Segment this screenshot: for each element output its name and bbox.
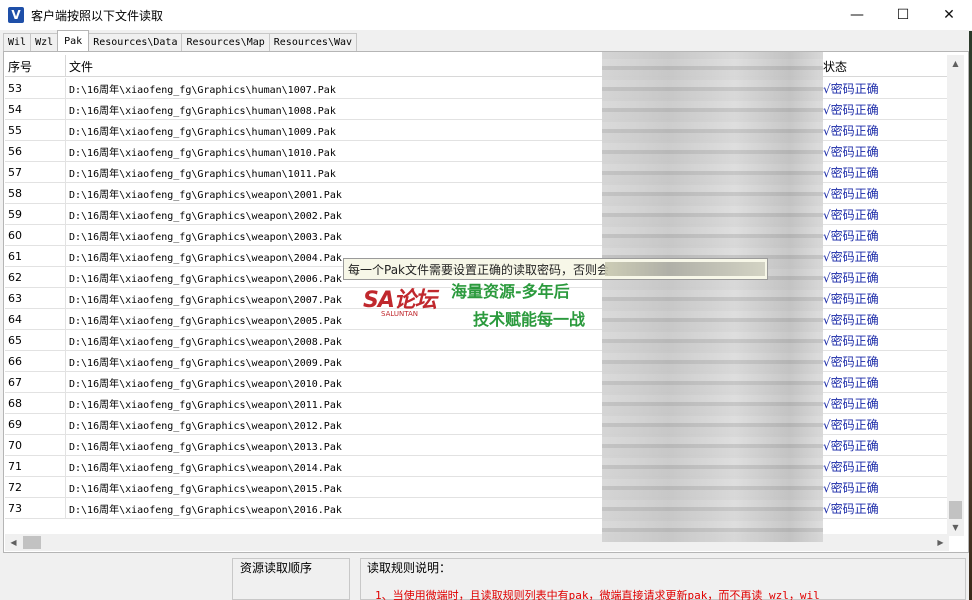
row-number: 53 <box>5 78 66 98</box>
row-number: 66 <box>5 351 66 371</box>
watermark-logo-sub: SALUNTAN <box>381 310 419 318</box>
row-status: √密码正确 <box>823 396 879 411</box>
row-status: √密码正确 <box>823 354 879 369</box>
column-header-no[interactable]: 序号 <box>5 55 66 77</box>
watermark-slogan-1: 海量资源-多年后 <box>451 282 570 301</box>
tab-wil[interactable]: Wil <box>3 33 32 51</box>
watermark-slogan-2: 技术赋能每一战 <box>473 310 586 329</box>
tooltip-blurred-region <box>605 262 765 276</box>
column-header-status[interactable]: 状态 <box>820 55 949 77</box>
row-number: 65 <box>5 330 66 350</box>
horizontal-scroll-thumb[interactable] <box>23 536 41 549</box>
tooltip-text: 每一个Pak文件需要设置正确的读取密码，否则会 <box>348 262 610 277</box>
row-status: √密码正确 <box>823 102 879 117</box>
row-number: 64 <box>5 309 66 329</box>
row-number: 56 <box>5 141 66 161</box>
window-controls: — ☐ ✕ <box>834 0 972 30</box>
row-number: 63 <box>5 288 66 308</box>
tab-resources-map[interactable]: Resources\Map <box>181 33 270 51</box>
app-icon: V <box>8 7 24 23</box>
row-number: 69 <box>5 414 66 434</box>
row-number: 62 <box>5 267 66 287</box>
row-status: √密码正确 <box>823 207 879 222</box>
row-status: √密码正确 <box>823 123 879 138</box>
row-number: 71 <box>5 456 66 476</box>
read-order-group: 资源读取顺序 <box>232 558 350 600</box>
close-button[interactable]: ✕ <box>926 0 972 30</box>
row-number: 57 <box>5 162 66 182</box>
tab-pak[interactable]: Pak <box>57 30 90 51</box>
blurred-region <box>602 52 823 542</box>
row-status: √密码正确 <box>823 249 879 264</box>
row-status: √密码正确 <box>823 417 879 432</box>
row-number: 59 <box>5 204 66 224</box>
row-number: 70 <box>5 435 66 455</box>
row-status: √密码正确 <box>823 270 879 285</box>
row-number: 54 <box>5 99 66 119</box>
row-status: √密码正确 <box>823 81 879 96</box>
tab-bar: Wil Wzl Pak Resources\Data Resources\Map… <box>3 30 358 51</box>
row-status: √密码正确 <box>823 165 879 180</box>
row-status: √密码正确 <box>823 375 879 390</box>
window-title: 客户端按照以下文件读取 <box>31 8 164 23</box>
row-status: √密码正确 <box>823 480 879 495</box>
read-order-label: 资源读取顺序 <box>239 559 314 576</box>
scroll-up-icon[interactable]: ▲ <box>947 55 964 72</box>
row-number: 67 <box>5 372 66 392</box>
row-number: 61 <box>5 246 66 266</box>
row-number: 58 <box>5 183 66 203</box>
row-status: √密码正确 <box>823 501 879 516</box>
title-bar: V 客户端按照以下文件读取 — ☐ ✕ <box>0 0 972 30</box>
row-number: 68 <box>5 393 66 413</box>
vertical-scroll-thumb[interactable] <box>949 501 962 519</box>
row-status: √密码正确 <box>823 333 879 348</box>
app-window: V 客户端按照以下文件读取 — ☐ ✕ Wil Wzl Pak Resource… <box>0 0 972 600</box>
minimize-button[interactable]: — <box>834 0 880 30</box>
read-rules-group: 读取规则说明： 1、当使用微端时，且读取规则列表中有pak，微端直接请求更新pa… <box>360 558 966 600</box>
tab-resources-data[interactable]: Resources\Data <box>88 33 183 51</box>
watermark: SA论坛 SALUNTAN 海量资源-多年后 技术赋能每一战 <box>363 278 623 338</box>
row-number: 60 <box>5 225 66 245</box>
row-status: √密码正确 <box>823 144 879 159</box>
row-number: 73 <box>5 498 66 518</box>
read-rule-1: 1、当使用微端时，且读取规则列表中有pak，微端直接请求更新pak，而不再读 w… <box>375 589 820 600</box>
maximize-button[interactable]: ☐ <box>880 0 926 30</box>
row-number: 72 <box>5 477 66 497</box>
row-status: √密码正确 <box>823 459 879 474</box>
scroll-left-icon[interactable]: ◀ <box>5 534 22 551</box>
scroll-down-icon[interactable]: ▼ <box>947 519 964 536</box>
vertical-scrollbar[interactable]: ▲ ▼ <box>947 55 964 536</box>
tab-wzl[interactable]: Wzl <box>30 33 59 51</box>
row-status: √密码正确 <box>823 312 879 327</box>
row-status: √密码正确 <box>823 291 879 306</box>
tab-resources-wav[interactable]: Resources\Wav <box>268 33 358 51</box>
read-rules-label: 读取规则说明： <box>366 559 453 576</box>
scroll-right-icon[interactable]: ▶ <box>932 534 949 551</box>
row-status: √密码正确 <box>823 186 879 201</box>
row-number: 55 <box>5 120 66 140</box>
row-status: √密码正确 <box>823 228 879 243</box>
row-status: √密码正确 <box>823 438 879 453</box>
